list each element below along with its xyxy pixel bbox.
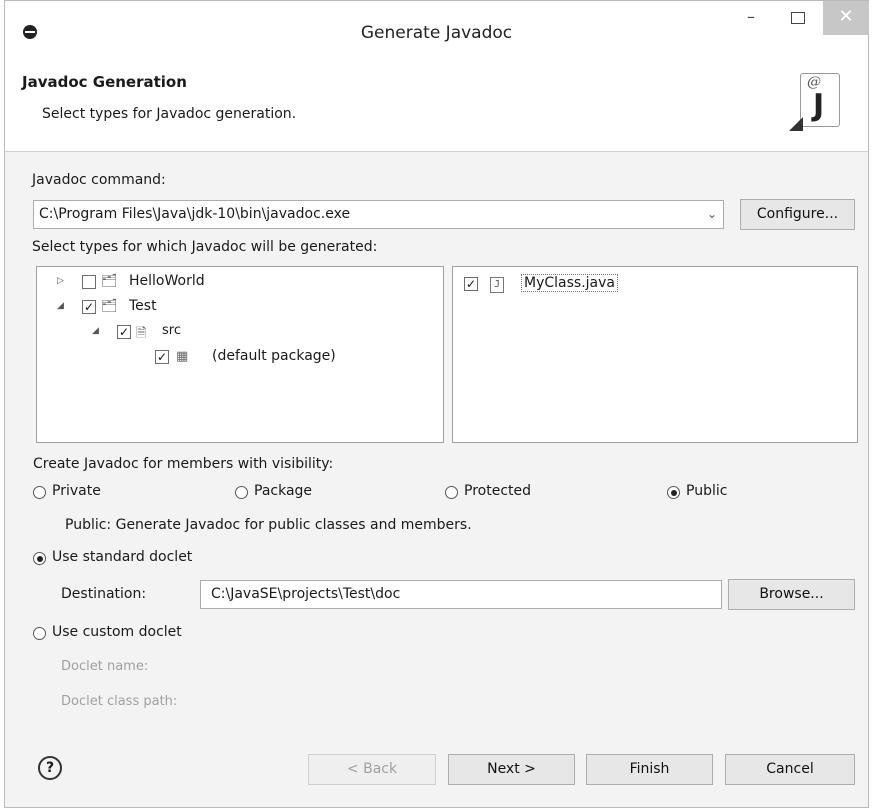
page-description: Select types for Javadoc generation.	[42, 106, 297, 122]
tree-item-test[interactable]: ◢ ✓ 🗂 Test	[37, 297, 437, 319]
java-file-icon: J	[490, 276, 504, 293]
list-item-label: MyClass.java	[521, 274, 618, 292]
source-folder-icon: 🗎	[136, 326, 147, 341]
radio-public[interactable]	[667, 486, 680, 499]
select-types-label: Select types for which Javadoc will be g…	[32, 239, 378, 255]
destination-field[interactable]: C:\JavaSE\projects\Test\doc	[200, 580, 722, 609]
destination-label: Destination:	[61, 586, 147, 602]
project-folder-icon: 🗂	[101, 274, 118, 289]
tree-item-helloworld[interactable]: ▷ 🗂 HelloWorld	[37, 272, 437, 294]
project-tree[interactable]: ▷ 🗂 HelloWorld ◢ ✓ 🗂 Test ◢ ✓ 🗎 src ✓ ▦ …	[36, 266, 444, 443]
maximize-icon	[791, 11, 805, 24]
radio-protected[interactable]	[445, 486, 458, 499]
radio-label-private: Private	[52, 483, 101, 499]
radio-package[interactable]	[235, 486, 248, 499]
header-banner: Javadoc Generation Select types for Java…	[5, 59, 868, 152]
tree-item-label: HelloWorld	[129, 273, 205, 289]
tree-item-label: src	[162, 323, 181, 338]
visibility-label: Create Javadoc for members with visibili…	[33, 456, 334, 472]
javadoc-command-label: Javadoc command:	[32, 172, 166, 188]
next-button[interactable]: Next >	[448, 754, 575, 785]
wizard-corner-icon	[789, 117, 803, 131]
package-icon: ▦	[176, 349, 189, 364]
visibility-description: Public: Generate Javadoc for public clas…	[65, 517, 472, 533]
close-button[interactable]: ✕	[823, 1, 869, 35]
checkbox-src[interactable]: ✓	[117, 325, 131, 339]
maximize-button[interactable]	[775, 1, 821, 35]
checkbox-test[interactable]: ✓	[82, 300, 96, 314]
page-title: Javadoc Generation	[22, 73, 187, 91]
radio-label-public: Public	[686, 483, 728, 499]
radio-label-package: Package	[254, 483, 313, 499]
doclet-name-label: Doclet name:	[61, 659, 149, 674]
javadoc-command-combo[interactable]: C:\Program Files\Java\jdk-10\bin\javadoc…	[33, 200, 724, 229]
tree-item-default-package[interactable]: ✓ ▦ (default package)	[37, 347, 437, 369]
javadoc-wizard-icon: @ J	[787, 71, 847, 141]
type-list[interactable]: ✓ J MyClass.java	[452, 266, 858, 443]
radio-label-protected: Protected	[464, 483, 531, 499]
browse-button[interactable]: Browse...	[728, 579, 855, 610]
javadoc-command-value: C:\Program Files\Java\jdk-10\bin\javadoc…	[39, 206, 351, 222]
checkbox-myclass[interactable]: ✓	[464, 277, 478, 291]
j-letter: J	[813, 88, 825, 123]
doclet-classpath-label: Doclet class path:	[61, 694, 178, 709]
collapse-arrow-icon[interactable]: ◢	[57, 301, 64, 311]
radio-standard-doclet[interactable]	[33, 552, 46, 565]
minimize-button[interactable]: –	[728, 1, 774, 35]
destination-value: C:\JavaSE\projects\Test\doc	[211, 586, 401, 602]
tree-item-label: Test	[129, 298, 157, 314]
checkbox-default-package[interactable]: ✓	[155, 350, 169, 364]
title-bar: Generate Javadoc – ✕	[5, 1, 869, 59]
javadoc-document-icon: @ J	[800, 73, 840, 127]
help-icon[interactable]: ?	[38, 756, 62, 780]
tree-item-label: (default package)	[212, 348, 336, 364]
cancel-button[interactable]: Cancel	[725, 754, 855, 785]
list-item-myclass[interactable]: ✓ J MyClass.java	[453, 274, 853, 296]
generate-javadoc-dialog: Generate Javadoc – ✕ Javadoc Generation …	[4, 0, 869, 808]
radio-private[interactable]	[33, 486, 46, 499]
finish-button[interactable]: Finish	[586, 754, 713, 785]
chevron-down-icon[interactable]: ⌄	[707, 207, 717, 221]
collapse-arrow-icon[interactable]: ◢	[92, 326, 99, 336]
expand-arrow-icon[interactable]: ▷	[57, 276, 64, 286]
project-folder-icon: 🗂	[101, 299, 118, 314]
radio-label-custom-doclet: Use custom doclet	[52, 624, 182, 640]
checkbox-helloworld[interactable]	[82, 275, 96, 289]
back-button[interactable]: < Back	[308, 754, 436, 785]
radio-label-standard-doclet: Use standard doclet	[52, 549, 193, 565]
configure-button[interactable]: Configure...	[740, 199, 855, 230]
selected-text: MyClass.java	[521, 274, 618, 292]
tree-item-src[interactable]: ◢ ✓ 🗎 src	[37, 322, 437, 344]
radio-custom-doclet[interactable]	[33, 627, 46, 640]
